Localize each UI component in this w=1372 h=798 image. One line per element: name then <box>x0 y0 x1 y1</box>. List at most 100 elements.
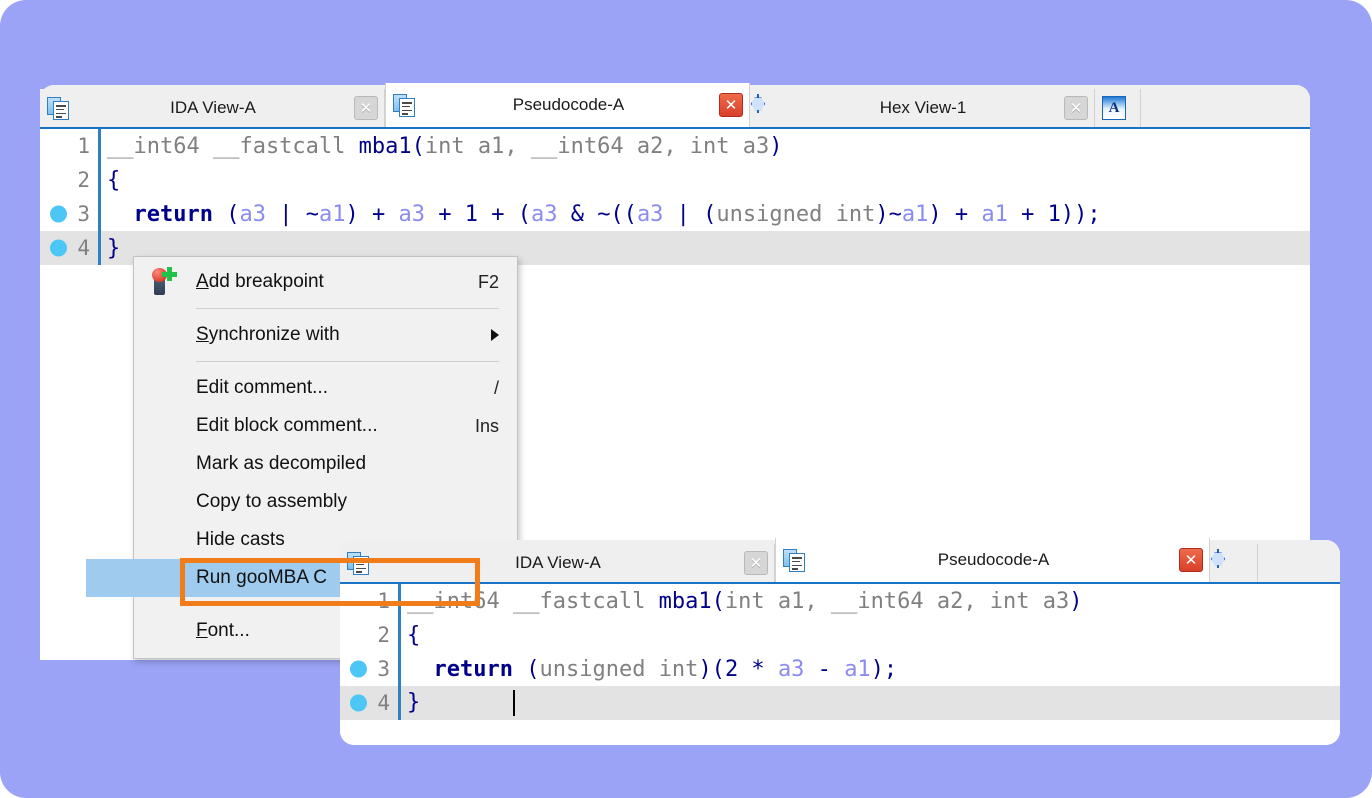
tab-label: IDA View-A <box>72 98 354 118</box>
tab-label: Pseudocode-A <box>418 95 719 115</box>
code-token: ) <box>769 134 782 159</box>
pages-icon-lines <box>792 557 802 569</box>
menu-separator <box>196 308 499 309</box>
code-token: unsigned int <box>716 202 875 227</box>
line-number: 4 <box>40 236 98 260</box>
menu-item-label: Synchronize with <box>196 324 473 346</box>
close-icon[interactable]: ✕ <box>1179 548 1203 572</box>
code-text: } <box>401 690 515 716</box>
code-text: return (unsigned int)(2 * a3 - a1); <box>401 657 897 682</box>
tab-label: IDA View-A <box>372 553 744 573</box>
close-icon[interactable]: ✕ <box>719 93 743 117</box>
breakpoint-marker-icon[interactable] <box>50 206 67 223</box>
tab-hex-view-1[interactable]: Hex View-1✕ <box>750 89 1095 127</box>
pages-icon <box>346 550 372 576</box>
menu-item-synchronize-with[interactable]: Synchronize with <box>134 316 517 354</box>
code-token: a3 <box>239 202 266 227</box>
tab-pseudocode-a[interactable]: Pseudocode-A✕ <box>775 538 1210 582</box>
pages-icon-lines <box>402 102 412 114</box>
code-token: 1 <box>1048 202 1061 227</box>
code-token <box>107 202 134 227</box>
tab-label: Hex View-1 <box>782 98 1064 118</box>
code-token: 2 <box>725 657 738 682</box>
code-token: ( <box>526 657 539 682</box>
menu-item-mark-as-decompiled[interactable]: Mark as decompiled <box>134 445 517 483</box>
code-token: ) <box>1069 589 1082 614</box>
code-token: 1 <box>465 202 478 227</box>
code-token: )); <box>1061 202 1101 227</box>
code-token: + <box>425 202 465 227</box>
code-text: { <box>101 168 120 193</box>
code-line: 2{ <box>40 163 1310 197</box>
menu-item-add-breakpoint[interactable]: Add breakpointF2 <box>134 263 517 301</box>
code-token: a3 <box>778 657 805 682</box>
code-token: + ( <box>478 202 531 227</box>
close-icon[interactable]: ✕ <box>1064 96 1088 120</box>
menu-item-label: Add breakpoint <box>196 271 458 293</box>
pseudocode-editor-back[interactable]: 1__int64 __fastcall mba1(int a1, __int64… <box>40 129 1310 269</box>
menu-separator <box>196 361 499 362</box>
breakpoint-icon <box>148 267 176 297</box>
code-token: a3 <box>398 202 425 227</box>
code-line: 2{ <box>340 618 1340 652</box>
close-icon[interactable]: ✕ <box>354 96 378 120</box>
code-token: ~ <box>306 202 319 227</box>
breakpoint-marker-icon[interactable] <box>350 695 367 712</box>
pages-icon-lines <box>356 560 366 572</box>
pages-icon <box>46 95 72 121</box>
menu-item-label: Mark as decompiled <box>196 453 499 475</box>
code-token: __int64 __fastcall <box>407 589 659 614</box>
hex-view-icon-glyph <box>1217 549 1219 568</box>
structures-icon-glyph: A <box>1102 96 1126 120</box>
code-token: a1 <box>319 202 346 227</box>
hex-view-icon-glyph <box>757 94 759 113</box>
code-token: )~ <box>875 202 902 227</box>
menu-item-edit-comment[interactable]: Edit comment... / <box>134 369 517 407</box>
breakpoint-marker-icon[interactable] <box>50 240 67 257</box>
code-line: 1__int64 __fastcall mba1(int a1, __int64… <box>340 584 1340 618</box>
code-line: 3 return (a3 | ~a1) + a3 + 1 + (a3 & ~((… <box>40 197 1310 231</box>
code-token: a1 <box>902 202 929 227</box>
code-text: { <box>401 623 420 648</box>
line-number: 4 <box>340 691 398 715</box>
close-icon[interactable]: ✕ <box>744 551 768 575</box>
code-token: & ~(( <box>557 202 636 227</box>
code-token: a3 <box>531 202 558 227</box>
code-text: } <box>101 236 120 261</box>
line-number: 2 <box>340 623 398 647</box>
line-number: 1 <box>40 134 98 158</box>
tab-ida-view-a[interactable]: IDA View-A✕ <box>40 89 385 127</box>
code-token: int a1, __int64 a2, int a3 <box>725 589 1069 614</box>
code-line: 1__int64 __fastcall mba1(int a1, __int64… <box>40 129 1310 163</box>
code-token: a1 <box>981 202 1008 227</box>
code-line: 4} <box>340 686 1340 720</box>
ida-window-front: IDA View-A✕Pseudocode-A✕ 1__int64 __fast… <box>340 540 1340 745</box>
line-number: 3 <box>40 202 98 226</box>
hex-view-icon <box>1216 550 1242 576</box>
pages-icon-lines <box>56 105 66 117</box>
menu-item-copy-to-assembly[interactable]: Copy to assembly <box>134 483 517 521</box>
code-token: + <box>1008 202 1048 227</box>
submenu-arrow-icon <box>491 329 499 341</box>
code-token: mba1 <box>659 589 712 614</box>
menu-item-edit-block-comment[interactable]: Edit block comment...Ins <box>134 407 517 445</box>
pseudocode-editor-front[interactable]: 1__int64 __fastcall mba1(int a1, __int64… <box>340 584 1340 745</box>
tab-pseudocode-a[interactable]: Pseudocode-A✕ <box>385 83 750 127</box>
code-token: } <box>107 236 120 261</box>
code-token: )( <box>698 657 725 682</box>
tab-bar-front: IDA View-A✕Pseudocode-A✕ <box>340 540 1340 584</box>
code-token <box>407 657 434 682</box>
pages-icon <box>392 92 418 118</box>
tab-ida-view-a[interactable]: IDA View-A✕ <box>340 544 775 582</box>
menu-item-shortcut: / <box>494 378 499 399</box>
tab-icon-only-3[interactable]: A <box>1095 89 1141 127</box>
code-token: ) + <box>345 202 398 227</box>
breakpoint-marker-icon[interactable] <box>350 661 367 678</box>
tab-icon-only-2[interactable] <box>1210 544 1258 582</box>
code-token: } <box>407 690 420 715</box>
menu-item-shortcut: Ins <box>475 416 499 437</box>
code-token: ( <box>412 134 425 159</box>
code-token: * <box>738 657 778 682</box>
code-token: __int64 __fastcall <box>107 134 359 159</box>
menu-item-label: Edit comment... <box>196 377 474 399</box>
